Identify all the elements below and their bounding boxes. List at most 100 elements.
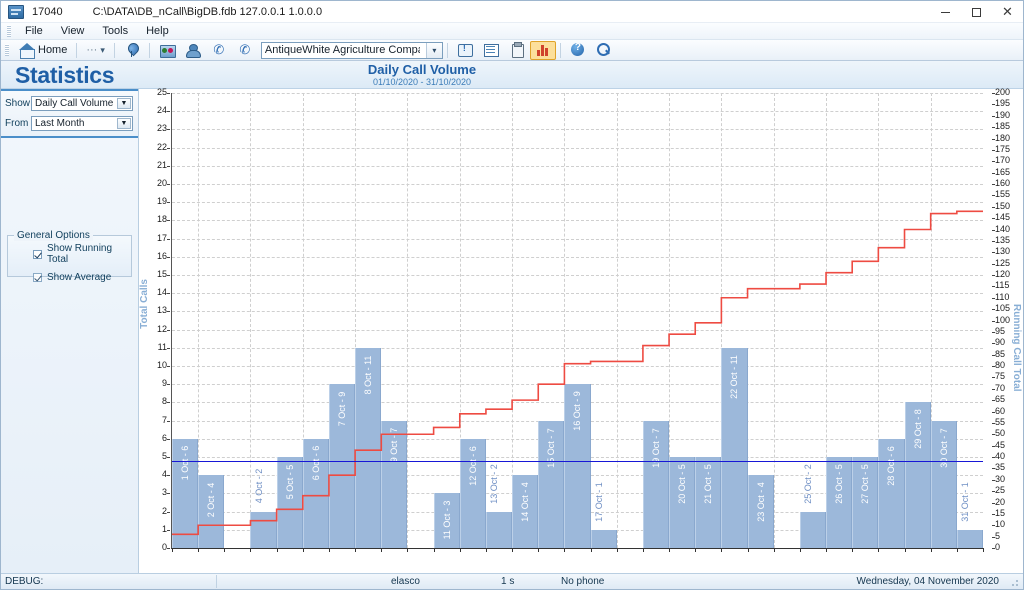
contacts-button[interactable] [154,41,180,60]
status-separator-1 [216,575,217,588]
option-show-running-total[interactable]: Show Running Total [33,243,131,265]
resize-grip[interactable] [1011,577,1021,587]
help-icon [570,42,586,58]
close-icon[interactable]: ✕ [992,1,1023,23]
home-button[interactable]: Home [14,41,72,60]
chart-subtitle: 01/10/2020 - 31/10/2020 [372,77,472,87]
x-axis-tick [956,548,958,552]
sidebar-filters: Show Daily Call Volume ▼ From Last Month… [1,89,138,138]
x-axis-tick [669,548,671,552]
person-button[interactable] [180,41,206,60]
status-user: elasco [391,576,420,587]
option-show-average[interactable]: Show Average [33,272,131,283]
label-show-average: Show Average [47,272,112,283]
plot-inner: 1 Oct - 62 Oct - 44 Oct - 25 Oct - 56 Oc… [171,93,984,552]
from-select[interactable]: Last Month ▼ [31,116,133,131]
company-input[interactable] [261,42,422,58]
incoming-call-button[interactable]: ✆ [232,41,258,60]
x-axis-tick [198,548,200,552]
notes-button[interactable] [504,41,530,60]
x-axis-tick [172,548,173,552]
help-button[interactable] [565,41,591,60]
company-combobox-arrow[interactable]: ▾ [425,42,442,58]
section-banner: Statistics Daily Call Volume 01/10/2020 … [1,61,1023,89]
toolbar-separator-2 [113,42,115,58]
running-total-line [172,210,983,536]
title-bar: 17040 C:\DATA\DB_nCall\BigDB.fdb 127.0.0… [1,1,1023,23]
x-axis-tick [983,548,984,552]
x-axis-tick [328,548,330,552]
recent-dropdown-button[interactable]: ··· ▾ [81,41,110,60]
x-axis-tick [355,548,357,552]
status-phone: No phone [561,576,605,587]
clipboard-icon [509,42,525,58]
menu-item-file[interactable]: File [16,24,52,38]
x-axis-tick [799,548,801,552]
menu-item-help[interactable]: Help [137,24,178,38]
x-axis-tick [878,548,880,552]
pin-icon [124,42,140,58]
status-date: Wednesday, 04 November 2020 [856,576,1000,587]
x-axis-tick [773,548,775,552]
sidebar: Show Daily Call Volume ▼ From Last Month… [1,89,139,573]
x-axis-tick [747,548,749,552]
menu-item-view[interactable]: View [52,24,94,38]
menu-grip[interactable] [7,25,11,37]
records-button[interactable] [478,41,504,60]
show-label: Show [5,98,31,109]
average-line [172,461,983,463]
pin-button[interactable] [119,41,145,60]
application-window: 17040 C:\DATA\DB_nCall\BigDB.fdb 127.0.0… [0,0,1024,590]
x-axis-tick [538,548,540,552]
chevron-down-icon: ▾ [100,44,105,55]
x-axis-tick [826,548,828,552]
menu-bar: File View Tools Help [1,23,1023,40]
x-axis-tick [224,548,226,552]
x-axis-tick [512,548,514,552]
show-select-value: Daily Call Volume [35,98,114,109]
home-label: Home [38,44,68,56]
y-axis-left: 0 1 2 3 4 5 6 7 8 9 10 11 12 13 14 15 16 17 18 19 20 21 22 23 24… [139,87,171,561]
company-combobox[interactable]: ▾ [260,41,443,59]
database-path: C:\DATA\DB_nCall\BigDB.fdb 127.0.0.1 1.0… [92,5,323,18]
toolbar-grip[interactable] [5,44,9,56]
message-icon [457,42,473,58]
maximize-button[interactable] [961,1,992,23]
from-label: From [5,118,29,129]
window-controls: ✕ [930,1,1023,23]
from-select-arrow[interactable]: ▼ [117,118,131,129]
x-axis-tick [721,548,723,552]
chart-panel: Total Calls Running Call Total 012345678… [139,87,1023,573]
from-select-value: Last Month [35,118,85,129]
label-show-running-total: Show Running Total [47,243,113,265]
statistics-button[interactable] [529,40,556,60]
messages-button[interactable] [452,41,478,60]
call-button[interactable]: ✆ [206,41,232,60]
status-duration: 1 s [501,576,515,587]
phone-icon: ✆ [213,42,225,57]
status-bar: DEBUG: elasco 1 s No phone Wednesday, 04… [1,573,1023,589]
x-axis-tick [302,548,304,552]
y-axis-right: 0 5 10 15 20 25 30 35 40 45 50 55 60 65 70 75 80 85 90 95 10… [991,87,1023,561]
general-options-title: General Options [14,230,93,241]
chart-icon [535,42,551,58]
show-field-row: Show Daily Call Volume ▼ [5,96,134,111]
checkbox-show-running-total[interactable] [33,249,42,259]
user-icon [185,42,201,58]
minimize-button[interactable] [930,1,961,23]
x-axis-tick [695,548,697,552]
checkbox-show-average[interactable] [33,273,42,282]
home-icon [19,42,35,59]
general-options-group: General Options Show Running Total Show … [7,230,132,283]
menu-item-tools[interactable]: Tools [93,24,137,38]
toolbar-separator-3 [148,42,150,58]
x-axis-tick [485,548,487,552]
phone-incoming-icon: ✆ [239,42,251,57]
search-button[interactable] [591,41,617,60]
toolbar: Home ··· ▾ ✆ ✆ ▾ [1,40,1023,61]
x-axis-tick [407,548,409,552]
recent-label: ··· [86,44,98,56]
show-select[interactable]: Daily Call Volume ▼ [31,96,133,111]
x-axis-tick [616,548,618,552]
show-select-arrow[interactable]: ▼ [117,98,131,109]
